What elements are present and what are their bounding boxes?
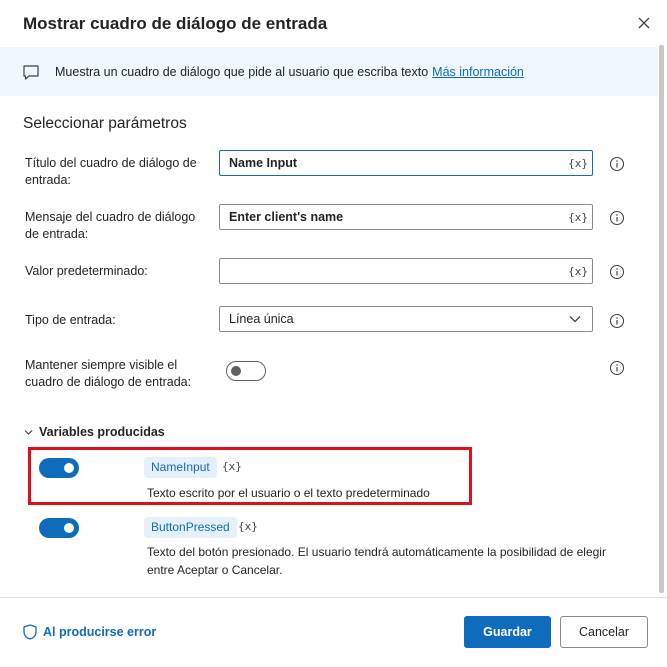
cancel-button[interactable]: Cancelar bbox=[560, 616, 648, 648]
title-field-variable-button[interactable]: {x} bbox=[568, 157, 588, 170]
variable-pill-button-pressed[interactable]: ButtonPressed bbox=[144, 517, 237, 538]
scrollbar[interactable] bbox=[659, 45, 664, 593]
message-field-label: Mensaje del cuadro de diálogo de entrada… bbox=[25, 210, 196, 241]
button-pressed-variable-toggle[interactable] bbox=[39, 518, 79, 538]
banner-text: Muestra un cuadro de diálogo que pide al… bbox=[55, 64, 429, 79]
variables-produced-label: Variables producidas bbox=[39, 425, 165, 439]
toggle-knob bbox=[64, 523, 74, 533]
close-icon[interactable] bbox=[638, 17, 650, 29]
message-field[interactable]: Enter client's name {x} bbox=[219, 204, 593, 230]
variable-mark: {x} bbox=[238, 520, 258, 533]
variable-description: Texto escrito por el usuario o el texto … bbox=[147, 486, 430, 500]
message-field-info-icon[interactable] bbox=[609, 210, 625, 226]
input-dialog-settings: Mostrar cuadro de diálogo de entrada Mue… bbox=[0, 0, 667, 667]
keep-visible-label: Mantener siempre visible el cuadro de di… bbox=[25, 358, 192, 389]
variables-produced-header[interactable]: Variables producidas bbox=[24, 425, 165, 439]
variable-pill-name-input[interactable]: NameInput bbox=[144, 457, 217, 478]
on-error-link[interactable]: Al producirse error bbox=[23, 624, 156, 640]
message-field-variable-button[interactable]: {x} bbox=[568, 211, 588, 224]
input-type-value[interactable]: Línea única bbox=[229, 312, 568, 326]
input-type-label: Tipo de entrada: bbox=[25, 313, 116, 327]
message-field-value[interactable]: Enter client's name bbox=[229, 210, 568, 224]
input-type-info-icon[interactable] bbox=[609, 313, 625, 329]
keep-visible-info-icon[interactable] bbox=[609, 360, 625, 376]
default-value-field[interactable]: {x} bbox=[219, 258, 593, 284]
title-field-label: Título del cuadro de diálogo de entrada: bbox=[25, 156, 197, 187]
name-input-variable-toggle[interactable] bbox=[39, 458, 79, 478]
info-banner: Muestra un cuadro de diálogo que pide al… bbox=[0, 47, 658, 96]
keep-visible-toggle[interactable] bbox=[226, 361, 266, 381]
chevron-down-icon[interactable] bbox=[568, 312, 582, 326]
save-button[interactable]: Guardar bbox=[464, 616, 551, 648]
footer-divider bbox=[0, 597, 667, 598]
default-value-info-icon[interactable] bbox=[609, 264, 625, 280]
chevron-down-icon[interactable] bbox=[24, 428, 33, 437]
toggle-knob bbox=[64, 463, 74, 473]
section-title: Seleccionar parámetros bbox=[23, 115, 187, 132]
default-value-variable-button[interactable]: {x} bbox=[568, 265, 588, 278]
toggle-knob bbox=[231, 366, 241, 376]
close-button[interactable] bbox=[634, 13, 654, 33]
shield-icon[interactable] bbox=[23, 624, 37, 640]
learn-more-link[interactable]: Más información bbox=[432, 65, 524, 79]
title-field-info-icon[interactable] bbox=[609, 156, 625, 172]
variable-mark: {x} bbox=[222, 460, 242, 473]
on-error-label[interactable]: Al producirse error bbox=[43, 625, 156, 639]
chat-icon bbox=[23, 64, 39, 80]
variable-description: Texto del botón presionado. El usuario t… bbox=[147, 545, 606, 577]
default-value-label: Valor predeterminado: bbox=[25, 264, 148, 278]
dialog-title: Mostrar cuadro de diálogo de entrada bbox=[23, 14, 328, 33]
title-field-value[interactable]: Name Input bbox=[229, 156, 568, 170]
title-field[interactable]: Name Input {x} bbox=[219, 150, 593, 176]
input-type-dropdown[interactable]: Línea única bbox=[219, 306, 593, 332]
